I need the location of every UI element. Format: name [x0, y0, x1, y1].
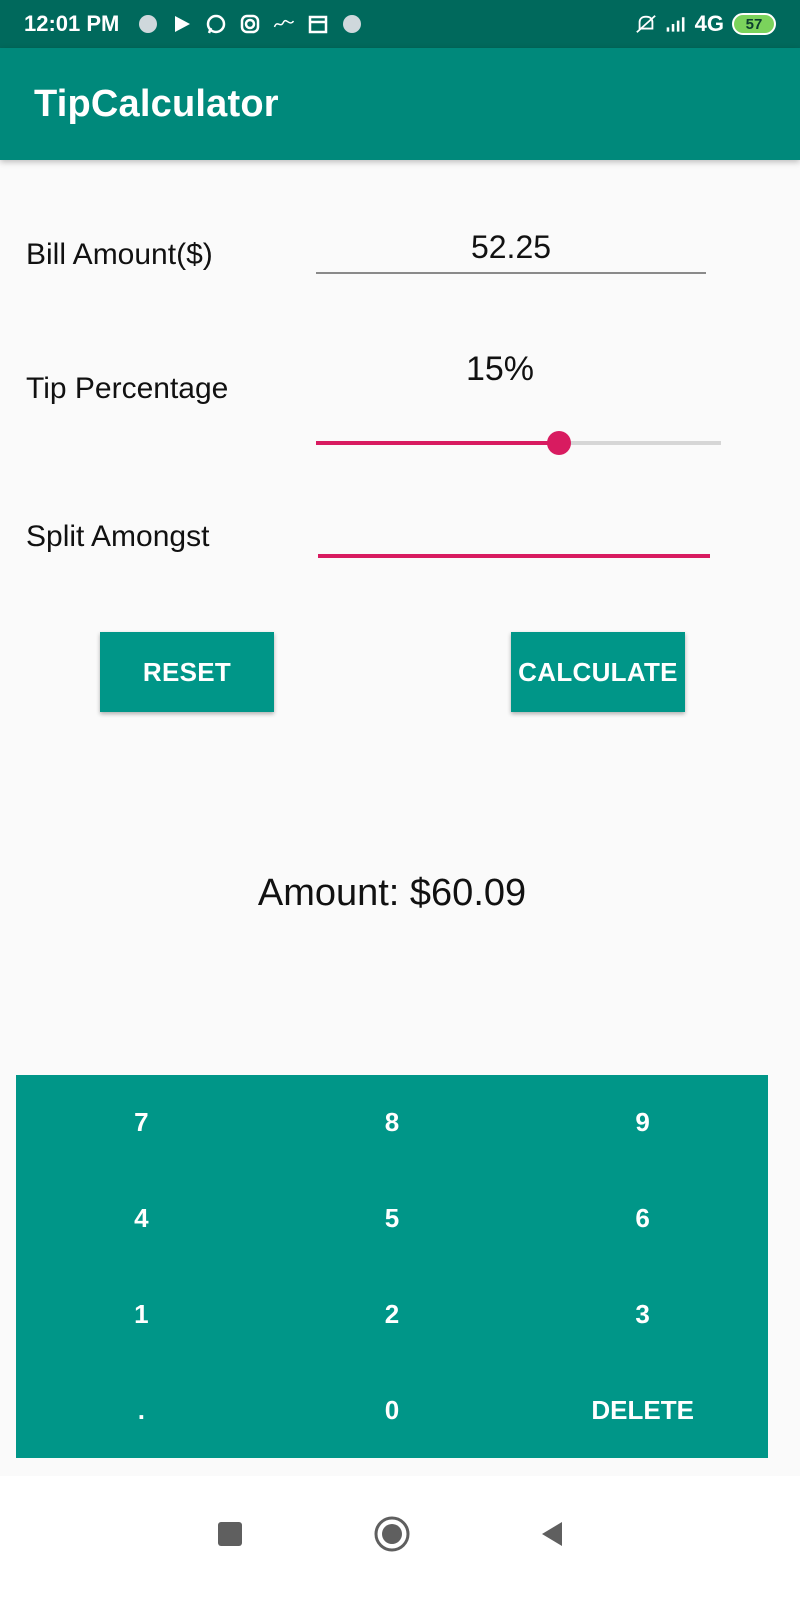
bill-amount-input[interactable]: [316, 222, 706, 274]
split-amongst-label: Split Amongst: [26, 520, 210, 553]
recent-apps-icon[interactable]: [200, 1504, 260, 1564]
reset-button[interactable]: RESET: [100, 632, 274, 712]
tip-percentage-slider[interactable]: [316, 428, 721, 458]
status-left: 12:01 PM: [24, 11, 363, 37]
battery-icon: 57: [732, 13, 776, 35]
network-type: 4G: [694, 11, 724, 36]
key-2[interactable]: 2: [267, 1267, 518, 1363]
mute-icon: [635, 13, 657, 35]
tip-percentage-label: Tip Percentage: [26, 372, 229, 405]
number-keypad: 7 8 9 4 5 6 1 2 3 . 0 DELETE: [16, 1075, 768, 1458]
tip-percentage-value: 15%: [465, 350, 535, 388]
navigation-bar: [0, 1476, 800, 1600]
key-0[interactable]: 0: [267, 1362, 518, 1458]
bill-amount-label: Bill Amount($): [26, 238, 213, 271]
status-bar: 12:01 PM 4G 57: [0, 0, 800, 48]
status-time: 12:01 PM: [24, 11, 120, 36]
slider-fill: [316, 441, 559, 445]
battery-level: 57: [745, 15, 763, 33]
sync-icon: [341, 13, 363, 35]
key-7[interactable]: 7: [16, 1075, 267, 1171]
calculate-button[interactable]: CALCULATE: [511, 632, 685, 712]
play-store-icon: [171, 13, 193, 35]
status-right: 4G 57: [635, 11, 776, 37]
key-dot[interactable]: .: [16, 1362, 267, 1458]
calendar-icon: [307, 13, 329, 35]
home-icon[interactable]: [362, 1504, 422, 1564]
key-5[interactable]: 5: [267, 1171, 518, 1267]
flipkart-icon: [273, 13, 295, 35]
back-icon[interactable]: [522, 1504, 582, 1564]
amount-result: Amount: $60.09: [257, 872, 527, 914]
whatsapp-icon: [205, 13, 227, 35]
key-9[interactable]: 9: [517, 1075, 768, 1171]
key-3[interactable]: 3: [517, 1267, 768, 1363]
key-4[interactable]: 4: [16, 1171, 267, 1267]
sync-icon: [137, 13, 159, 35]
slider-thumb[interactable]: [547, 431, 571, 455]
split-amongst-input[interactable]: [318, 510, 710, 558]
key-delete[interactable]: DELETE: [517, 1362, 768, 1458]
signal-icon: [665, 13, 687, 35]
key-1[interactable]: 1: [16, 1267, 267, 1363]
app-title: TipCalculator: [34, 82, 279, 125]
app-bar: TipCalculator: [0, 48, 800, 160]
instagram-icon: [239, 13, 261, 35]
key-8[interactable]: 8: [267, 1075, 518, 1171]
key-6[interactable]: 6: [517, 1171, 768, 1267]
